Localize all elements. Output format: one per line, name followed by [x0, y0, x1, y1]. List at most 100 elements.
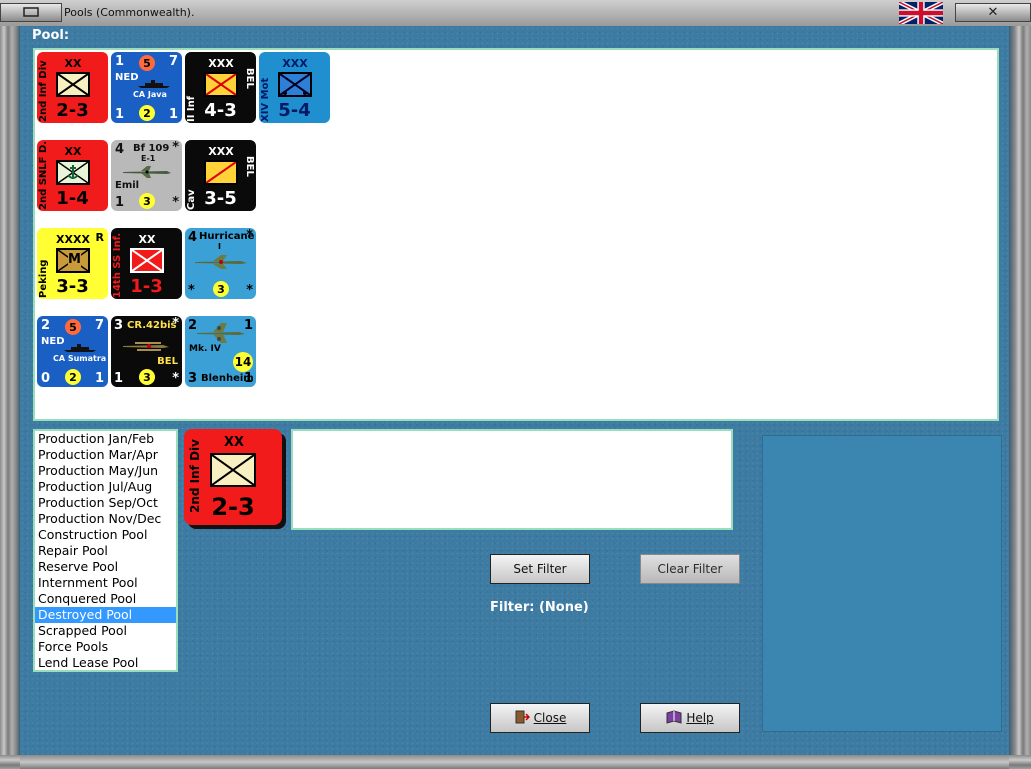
restore-icon [23, 6, 39, 20]
set-filter-button[interactable]: Set Filter [490, 554, 590, 584]
top-dot-value: 5 [65, 319, 81, 335]
list-item[interactable]: Construction Pool [35, 527, 176, 543]
door-exit-icon [514, 710, 530, 727]
corner-value: 1 [114, 371, 124, 386]
restore-button[interactable] [0, 3, 62, 22]
aircraft-variant: I [218, 242, 221, 251]
unit-size: XX [138, 233, 156, 246]
bottom-dot-value: 3 [213, 281, 229, 297]
unit-strength: 2-3 [211, 493, 255, 521]
ship-name: CA Sumatra [53, 354, 107, 363]
corner-value: * [172, 371, 179, 386]
unit-size: XXX [208, 145, 234, 158]
corner-value: * [172, 316, 179, 331]
top-dot-value: 5 [139, 55, 155, 71]
corner-value: 3 [114, 318, 124, 333]
title-bar[interactable]: Pools (Commonwealth). ✕ [0, 0, 1031, 27]
unit-strength: 1-4 [56, 188, 89, 209]
counter-ii-inf[interactable]: XXX II Inf BEL 4-3 [185, 52, 256, 123]
fighter-plane-icon [193, 254, 249, 274]
list-item[interactable]: Production Jan/Feb [35, 431, 176, 447]
unit-strength: 5-4 [278, 100, 311, 121]
aircraft-name: Bf 109 [133, 143, 170, 154]
counter-blenheim[interactable]: 2 1 Mk. IV 14 3 Blenheim 1 [185, 316, 256, 387]
close-button[interactable]: Close [490, 703, 590, 733]
pools-window: Pools (Commonwealth). ✕ Pool: XX 2nd Inf… [0, 0, 1031, 769]
counter-hurricane[interactable]: 4 Hurricane * I * 3 * [185, 228, 256, 299]
bottom-dot-value: 3 [139, 193, 155, 209]
list-item[interactable]: Scrapped Pool [35, 623, 176, 639]
aircraft-nickname: Emil [115, 180, 140, 191]
list-item[interactable]: Production May/Jun [35, 463, 176, 479]
unit-size: XXX [282, 57, 308, 70]
corner-value: * [172, 140, 179, 155]
corner-value: 1 [168, 107, 178, 122]
infantry-icon [210, 453, 256, 487]
aircraft-variant: Mk. IV [189, 344, 221, 354]
bottom-dot-value: 2 [139, 105, 155, 121]
corner-value: 1 [94, 371, 104, 386]
infantry-icon [204, 72, 238, 97]
counter-cr42bis[interactable]: 3 CR.42bis * BEL 1 3 * [111, 316, 182, 387]
pool-type-list[interactable]: Production Jan/Feb Production Mar/Apr Pr… [33, 429, 178, 672]
unit-details-textbox[interactable] [291, 429, 733, 530]
filter-status: Filter: (None) [490, 600, 589, 615]
corner-value: 4 [115, 142, 125, 157]
corner-value: * [246, 228, 253, 243]
counter-cav-bel[interactable]: XXX Cav BEL 3-5 [185, 140, 256, 211]
list-item[interactable]: Lend Lease Pool [35, 655, 176, 671]
window-title: Pools (Commonwealth). [64, 6, 195, 19]
unit-strength: 4-3 [204, 100, 237, 121]
counter-14th-ss-inf[interactable]: XX 14th SS Inf. 1-3 [111, 228, 182, 299]
list-item[interactable]: Repair Pool [35, 543, 176, 559]
close-window-button[interactable]: ✕ [955, 3, 1031, 22]
help-book-icon [666, 709, 682, 727]
unit-size: XX [64, 145, 82, 158]
corner-value: 0 [41, 371, 51, 386]
unit-letter: M [68, 252, 81, 267]
ship-name: CA Java [133, 90, 167, 99]
top-dot-value: 14 [233, 352, 253, 372]
counter-2nd-inf-div[interactable]: XX 2nd Inf Div 2-3 [37, 52, 108, 123]
corner-value: R [95, 231, 104, 244]
list-item-selected[interactable]: Destroyed Pool [35, 607, 176, 623]
list-item[interactable]: Production Mar/Apr [35, 447, 176, 463]
list-item[interactable]: Production Nov/Dec [35, 511, 176, 527]
counter-ned-ca-java[interactable]: 1 5 7 NED CA Java 1 2 1 [111, 52, 182, 123]
window-frame-right [1009, 26, 1031, 769]
unit-size: XXX [208, 57, 234, 70]
help-button[interactable]: Help [640, 703, 740, 733]
unit-size: XX [223, 435, 245, 450]
counter-bf109[interactable]: 4 Bf 109 * E-1 Emil 1 3 * [111, 140, 182, 211]
list-item[interactable]: Production Jul/Aug [35, 479, 176, 495]
list-item[interactable]: Force Pools [35, 639, 176, 655]
counter-peking[interactable]: XXXX R M Peking 3-3 [37, 228, 108, 299]
corner-value: 1 [115, 107, 125, 122]
list-item[interactable]: Production Sep/Oct [35, 495, 176, 511]
militia-icon: M [56, 248, 90, 273]
counter-ned-ca-sumatra[interactable]: 2 5 7 NED CA Sumatra 0 2 1 [37, 316, 108, 387]
list-item[interactable]: Reserve Pool [35, 559, 176, 575]
corner-value: 3 [188, 371, 198, 386]
marine-icon [56, 160, 90, 185]
set-filter-label: Set Filter [513, 562, 567, 576]
bottom-border [20, 755, 1009, 769]
selected-counter-preview: XX 2nd Inf Div 2-3 [184, 429, 282, 525]
corner-value: 2 [41, 318, 51, 333]
clear-filter-button[interactable]: Clear Filter [640, 554, 740, 584]
corner-value: * [172, 195, 179, 210]
counter-2nd-snlf[interactable]: XX 2nd SNLF D. 1-4 [37, 140, 108, 211]
list-item[interactable]: Conquered Pool [35, 591, 176, 607]
nation-label: NED [115, 72, 139, 83]
unit-strength: 3-3 [56, 276, 89, 297]
counter-xiv-mot[interactable]: XXX XIV Mot 5-4 [259, 52, 330, 123]
close-icon: ✕ [987, 5, 999, 20]
help-label: Help [686, 711, 714, 725]
nation-label: BEL [244, 156, 255, 177]
pool-label: Pool: [32, 28, 70, 43]
corner-value: * [188, 283, 195, 298]
infantry-icon [56, 72, 90, 97]
pool-counter-area[interactable]: XX 2nd Inf Div 2-3 1 5 7 NED CA Java 1 2… [33, 48, 999, 421]
list-item[interactable]: Internment Pool [35, 575, 176, 591]
close-label: Close [533, 711, 567, 725]
